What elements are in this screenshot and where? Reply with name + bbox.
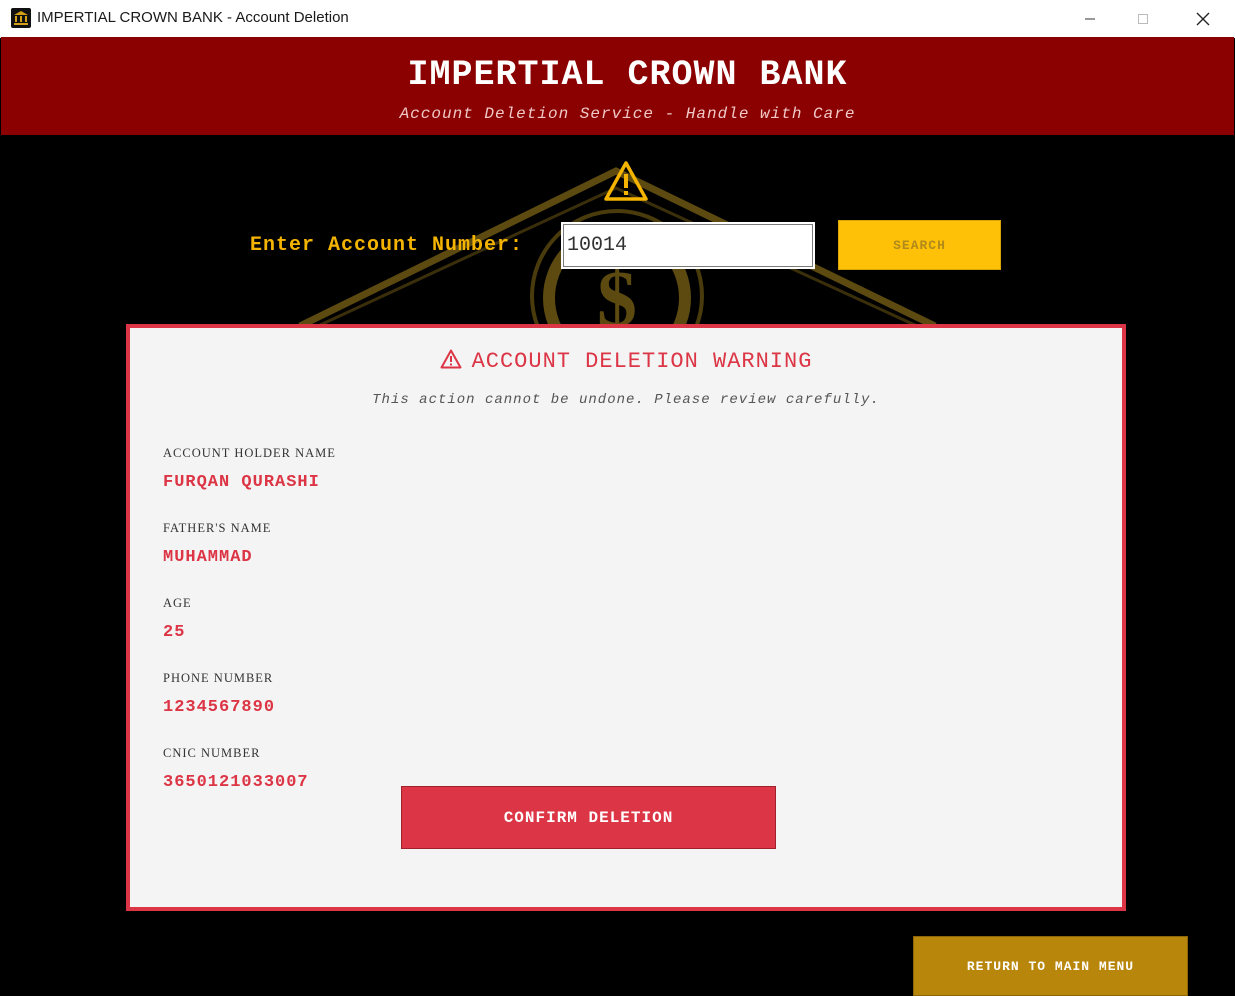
age-value: 25 (163, 623, 186, 642)
minimize-icon (1085, 18, 1095, 19)
fathers-name-value: MUHAMMAD (163, 548, 253, 567)
bank-title: IMPERTIAL CROWN BANK (407, 55, 848, 95)
close-button[interactable] (1180, 0, 1226, 37)
warning-heading-text: ACCOUNT DELETION WARNING (471, 349, 813, 374)
return-to-main-menu-button[interactable]: RETURN TO MAIN MENU (913, 936, 1188, 996)
warning-heading: ACCOUNT DELETION WARNING (130, 349, 1122, 376)
header-banner: IMPERTIAL CROWN BANK Account Deletion Se… (1, 37, 1234, 135)
account-holder-name-value: FURQAN QURASHI (163, 473, 320, 492)
account-number-input[interactable] (561, 222, 815, 269)
maximize-icon (1138, 13, 1148, 24)
warning-icon (440, 349, 462, 376)
phone-number-label: PHONE NUMBER (163, 671, 274, 685)
account-holder-name-label: ACCOUNT HOLDER NAME (163, 446, 336, 460)
header-subtitle: Account Deletion Service - Handle with C… (399, 105, 856, 123)
bank-icon (11, 8, 31, 28)
warning-note: This action cannot be undone. Please rev… (372, 392, 880, 408)
cnic-number-label: CNIC NUMBER (163, 746, 261, 760)
cnic-number-value: 3650121033007 (163, 773, 309, 792)
confirm-deletion-button[interactable]: CONFIRM DELETION (401, 786, 776, 849)
minimize-button[interactable] (1067, 0, 1113, 37)
fathers-name-label: FATHER'S NAME (163, 521, 272, 535)
deletion-warning-panel: ACCOUNT DELETION WARNING This action can… (126, 324, 1126, 911)
window-titlebar: IMPERTIAL CROWN BANK - Account Deletion (0, 0, 1235, 38)
window-title: IMPERTIAL CROWN BANK - Account Deletion (37, 9, 349, 26)
search-button[interactable]: SEARCH (838, 220, 1001, 270)
account-number-label: Enter Account Number: (250, 234, 524, 257)
warning-icon (603, 160, 649, 202)
age-label: AGE (163, 596, 192, 610)
close-icon (1196, 12, 1210, 25)
maximize-button[interactable] (1120, 0, 1166, 37)
phone-number-value: 1234567890 (163, 698, 276, 717)
